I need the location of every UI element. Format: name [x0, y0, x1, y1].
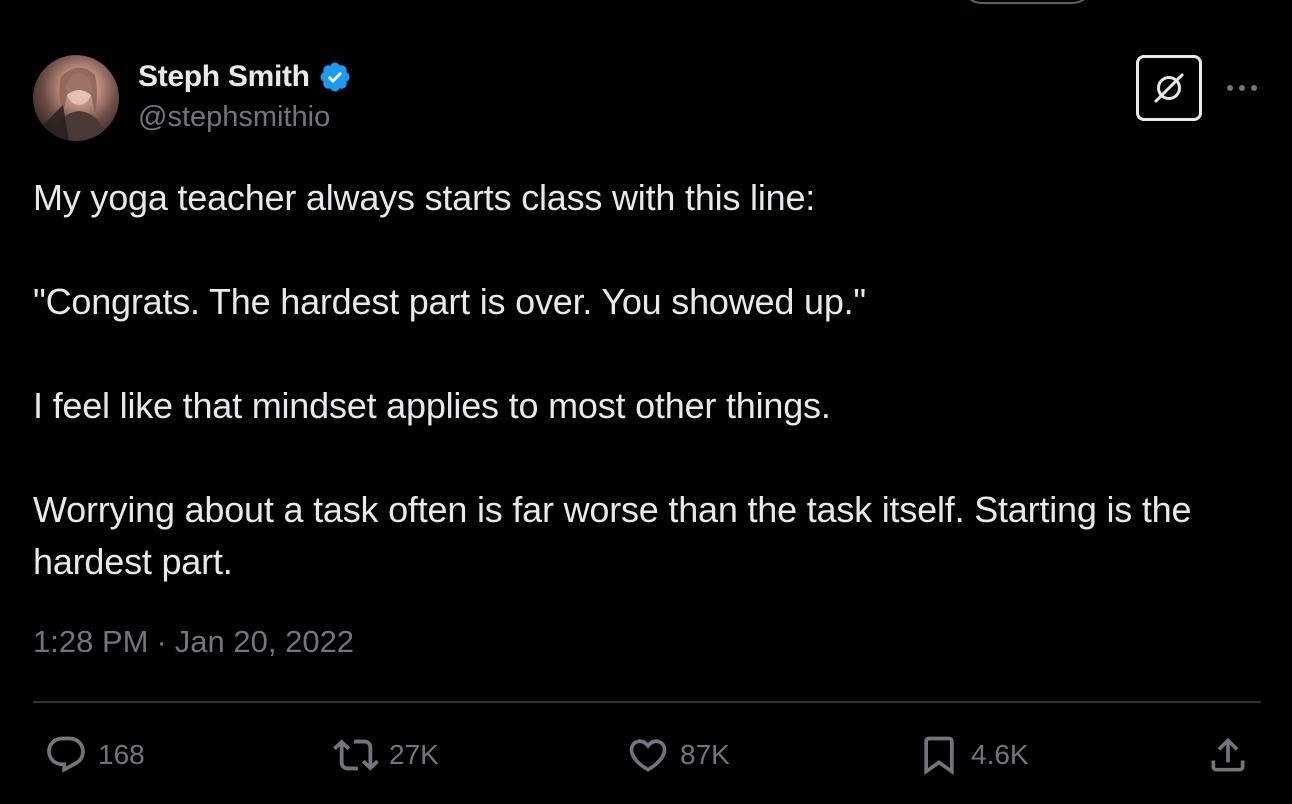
share-icon: [1211, 737, 1245, 772]
top-pill-button[interactable]: [960, 0, 1094, 4]
bookmark-button[interactable]: 4.6K: [917, 732, 1029, 778]
tweet-date[interactable]: Jan 20, 2022: [175, 624, 354, 660]
avatar-image: [41, 67, 107, 141]
tweet-paragraph: Worrying about a task often is far worse…: [33, 489, 1192, 582]
grok-icon: [1154, 73, 1184, 103]
bookmark-icon: [924, 736, 954, 776]
tweet-text: My yoga teacher always starts class with…: [33, 172, 1258, 588]
like-count: 87K: [680, 739, 730, 770]
divider: [33, 701, 1261, 703]
more-options-button[interactable]: [1222, 76, 1262, 100]
author-name[interactable]: Steph Smith: [138, 60, 310, 94]
tweet-timestamp[interactable]: 1:28 PM · Jan 20, 2022: [33, 624, 354, 660]
like-button[interactable]: 87K: [626, 732, 730, 778]
tweet-paragraph: "Congrats. The hardest part is over. You…: [33, 281, 867, 322]
avatar[interactable]: [33, 55, 119, 141]
repost-count: 27K: [389, 739, 439, 770]
author-name-row[interactable]: Steph Smith: [138, 58, 352, 96]
grok-button[interactable]: [1136, 55, 1202, 121]
repost-button[interactable]: 27K: [333, 732, 439, 778]
bookmark-count: 4.6K: [971, 739, 1029, 770]
more-dots-icon: [1227, 85, 1257, 91]
reply-button[interactable]: 168: [44, 732, 145, 778]
share-button[interactable]: [1206, 732, 1250, 778]
verified-badge-icon[interactable]: [318, 60, 352, 94]
tweet-paragraph: My yoga teacher always starts class with…: [33, 177, 816, 218]
heart-icon: [629, 739, 667, 772]
timestamp-separator: ·: [156, 624, 167, 659]
reply-count: 168: [98, 739, 145, 770]
reply-icon: [47, 736, 85, 773]
repost-icon: [333, 739, 379, 771]
tweet-paragraph: I feel like that mindset applies to most…: [33, 385, 831, 426]
author-handle[interactable]: @stephsmithio: [138, 101, 330, 134]
tweet-time[interactable]: 1:28 PM: [33, 624, 148, 660]
